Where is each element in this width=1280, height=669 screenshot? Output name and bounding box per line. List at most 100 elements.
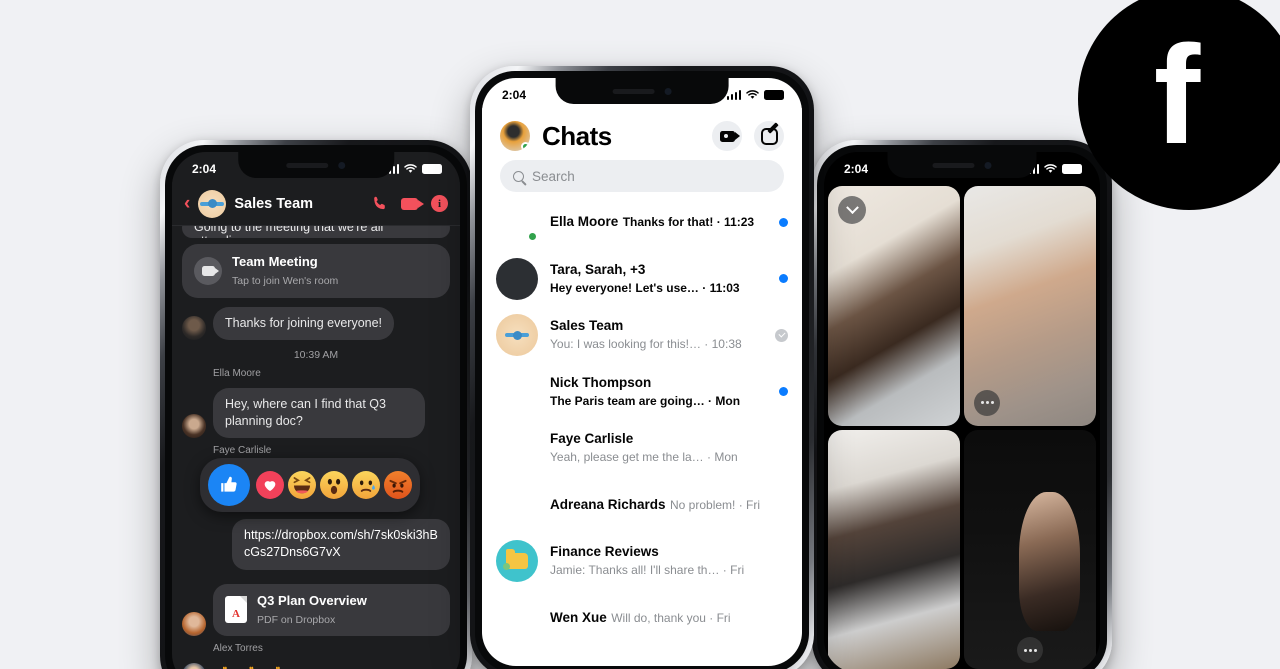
video-room-button[interactable] [712,121,742,151]
link-message-bubble[interactable]: https://dropbox.com/sh/7sk0ski3hBcGs27Dn… [232,518,450,570]
notch [887,152,1037,178]
avatar[interactable] [496,314,538,357]
avatar[interactable] [496,597,538,639]
online-status-dot [527,231,538,243]
list-item[interactable]: Tara, Sarah, +3 Hey everyone! Let's use…… [496,251,788,308]
phone-right-screen: 2:04 [824,152,1100,669]
phone-left-conversation: 2:04 ‹ Sales Team i Going to the meeting… [160,140,472,669]
chat-list[interactable]: Ella Moore Thanks for that! · 11:23 Tara… [482,194,802,666]
chat-name: Adreana Richards [550,496,666,512]
reaction-like-icon[interactable] [208,463,250,506]
chat-name: Faye Carlisle [550,431,634,447]
chat-name: Tara, Sarah, +3 [550,261,646,277]
avatar[interactable] [496,371,538,413]
list-item[interactable]: Wen Xue Will do, thank you · Fri [496,590,788,647]
list-item[interactable]: Finance Reviews Jamie: Thanks all! I'll … [496,533,788,590]
team-meeting-card[interactable]: Team Meeting Tap to join Wen's room [182,244,450,298]
list-item[interactable]: Adreana Richards No problem! · Fri [496,477,788,534]
file-subtitle: PDF on Dropbox [257,613,336,626]
compose-button[interactable] [754,121,784,151]
reaction-angry-icon[interactable] [384,470,412,499]
earpiece-speaker [286,162,329,168]
wifi-icon [1044,164,1057,173]
conversation-header: ‹ Sales Team i [172,182,460,226]
list-item[interactable]: Ella Moore Thanks for that! · 11:23 [496,194,788,251]
video-tile-participant-3[interactable] [828,429,960,669]
list-item-text: Tara, Sarah, +3 Hey everyone! Let's use…… [550,261,767,297]
chat-preview: Hey everyone! Let's use… · 11:03 [550,280,740,295]
back-button[interactable]: ‹ [184,194,190,213]
message-row: Thanks for joining everyone! [182,307,450,340]
reaction-sad-icon[interactable] [352,470,380,499]
folder-icon [503,549,528,571]
conversation-avatar[interactable] [198,189,227,218]
collapse-chevron-button[interactable] [838,196,866,224]
reaction-wow-icon[interactable] [320,470,348,499]
list-item[interactable]: Sales Team You: I was looking for this!…… [496,307,788,364]
front-camera [984,161,992,169]
chat-name: Ella Moore [550,214,619,230]
online-status-dot [521,142,530,151]
avatar[interactable] [500,121,530,151]
message-sender: Alex Torres [213,642,263,654]
chat-preview: No problem! · Fri [670,497,761,512]
phone-left-screen: 2:04 ‹ Sales Team i Going to the meeting… [172,152,460,669]
poster-stage: 2:04 ‹ Sales Team i Going to the meeting… [0,0,1280,669]
file-attachment-card[interactable]: Q3 Plan Overview PDF on Dropbox [213,583,450,636]
meeting-subtitle: Tap to join Wen's room [232,275,339,287]
seen-indicator [775,328,788,342]
call-icon[interactable] [371,195,388,212]
phone-right-video-call: 2:04 [812,140,1112,669]
battery-icon [422,164,442,174]
reaction-picker[interactable] [200,457,420,512]
avatar[interactable] [496,257,538,300]
avatar [182,611,206,636]
message-bubble[interactable]: Thanks for joining everyone! [213,307,395,340]
video-tile-participant-4[interactable] [964,429,1096,669]
chat-preview: You: I was looking for this!… · 10:38 [550,337,742,352]
message-row: Hey, where can I find that Q3 planning d… [182,387,450,438]
avatar[interactable] [496,540,538,583]
status-time: 2:04 [844,162,869,176]
video-tile-participant-1[interactable] [828,186,960,426]
video-call-icon[interactable] [401,197,424,210]
phone-center-bezel: 2:04 Chats Search Ella Moore Thanks for … [475,71,809,669]
file-card-text: Q3 Plan Overview PDF on Dropbox [257,592,367,628]
search-input[interactable]: Search [500,160,784,192]
more-options-button[interactable] [1017,637,1043,663]
list-item-text: Faye Carlisle Yeah, please get me the la… [550,430,788,466]
list-item[interactable]: Nick Thompson The Paris team are going… … [496,364,788,421]
chat-preview: Jamie: Thanks all! I'll share th… · Fri [550,563,745,578]
chat-preview: The Paris team are going… · Mon [550,393,741,408]
chat-preview: Yeah, please get me the la… · Mon [550,450,738,465]
chevron-down-icon [845,200,859,214]
conversation-actions: i [371,195,448,212]
phone-left-bezel: 2:04 ‹ Sales Team i Going to the meeting… [165,145,467,669]
reaction-haha-icon[interactable] [288,470,316,499]
avatar[interactable] [496,201,538,243]
video-tile-participant-2[interactable] [964,186,1096,426]
avatar[interactable] [496,484,538,526]
list-item-text: Wen Xue Will do, thank you · Fri [550,609,788,627]
emoji-message-row: 🙏🙏🙏 [182,662,450,669]
list-item-text: Sales Team You: I was looking for this!…… [550,317,763,353]
list-item-text: Adreana Richards No problem! · Fri [550,496,788,514]
battery-icon [764,90,784,100]
participant-silhouette [1019,491,1081,631]
info-icon[interactable]: i [431,195,448,212]
list-item[interactable]: Faye Carlisle Yeah, please get me the la… [496,420,788,477]
chat-preview: Thanks for that! · 11:23 [622,215,755,230]
message-bubble[interactable]: Hey, where can I find that Q3 planning d… [213,387,425,438]
phone-center-chats: 2:04 Chats Search Ella Moore Thanks for … [470,66,814,669]
chats-title-row: Chats [500,114,784,158]
reaction-love-icon[interactable] [256,470,284,499]
thread-timestamp: 10:39 AM [293,348,339,361]
chat-name: Sales Team [550,318,624,334]
wifi-icon [746,90,759,99]
avatar [182,315,206,340]
avatar[interactable] [496,427,538,469]
more-options-button[interactable] [974,389,1000,416]
handshake-icon [200,199,225,208]
message-thread[interactable]: Going to the meeting that we're all atte… [172,226,460,669]
list-item-text: Nick Thompson The Paris team are going… … [550,374,767,410]
